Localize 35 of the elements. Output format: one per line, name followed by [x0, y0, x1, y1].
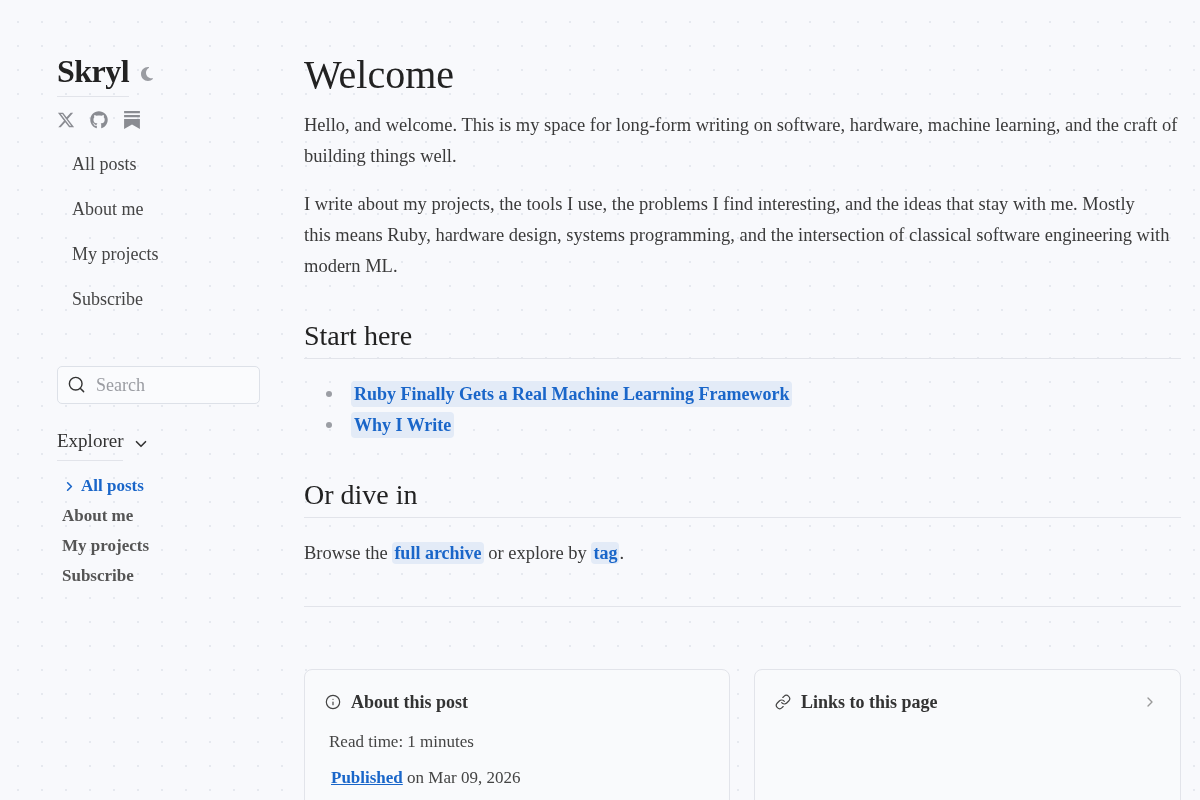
link-icon	[775, 694, 791, 710]
search-icon	[67, 375, 86, 394]
card-title: Links to this page	[801, 691, 939, 713]
github-logo-icon[interactable]	[90, 111, 108, 129]
explorer-item[interactable]: Subscribe	[62, 561, 150, 591]
post-link[interactable]: Why I Write	[351, 411, 455, 438]
section-heading: Start here	[304, 318, 1181, 359]
nav-link[interactable]: All posts	[57, 141, 174, 186]
card-title: About this post	[351, 691, 470, 713]
nav-link[interactable]: About me	[57, 186, 174, 231]
info-icon	[325, 694, 341, 710]
paragraph: Browse the full archive or explore by tag.	[304, 541, 626, 566]
bullet-icon	[326, 421, 332, 428]
search-field[interactable]: Search	[57, 366, 260, 404]
nav-link[interactable]: Subscribe	[57, 276, 174, 321]
published-line: Published on Mar 09, 2026	[330, 767, 522, 789]
explorer-item[interactable]: My projects	[62, 531, 150, 561]
bullet-icon	[326, 390, 332, 397]
explorer-item[interactable]: About me	[62, 501, 150, 531]
site-title[interactable]: Skryl	[57, 51, 130, 97]
explorer-item[interactable]: All posts	[62, 471, 150, 501]
paragraph: I write about my projects, the tools I use, the problems I find interesting, and the ideas that stay with me. Mostly this means Ruby, hardware design, systems programming, and the intersection of classical software engineering with modern ML.	[304, 193, 1171, 278]
read-time-text: Read time: 1 minutes	[328, 731, 475, 753]
substack-logo-icon[interactable]	[123, 111, 141, 129]
section-heading: Or dive in	[304, 477, 1181, 518]
published-link[interactable]: Published	[331, 768, 403, 787]
post-link[interactable]: Ruby Finally Gets a Real Machine Learning Framework	[351, 380, 793, 407]
nav-link[interactable]: My projects	[57, 231, 174, 276]
explorer-toggle[interactable]: Explorer	[57, 426, 151, 461]
paragraph: Hello, and welcome. This is my space for long-form writing on software, hardware, machine learning, and the craft of building things well.	[304, 114, 1179, 168]
inline-link[interactable]: full archive	[392, 542, 484, 564]
x-logo-icon[interactable]	[57, 111, 75, 129]
moon-icon[interactable]	[139, 66, 156, 82]
inline-link[interactable]: tag	[591, 542, 620, 564]
page-title: Welcome	[304, 51, 456, 99]
